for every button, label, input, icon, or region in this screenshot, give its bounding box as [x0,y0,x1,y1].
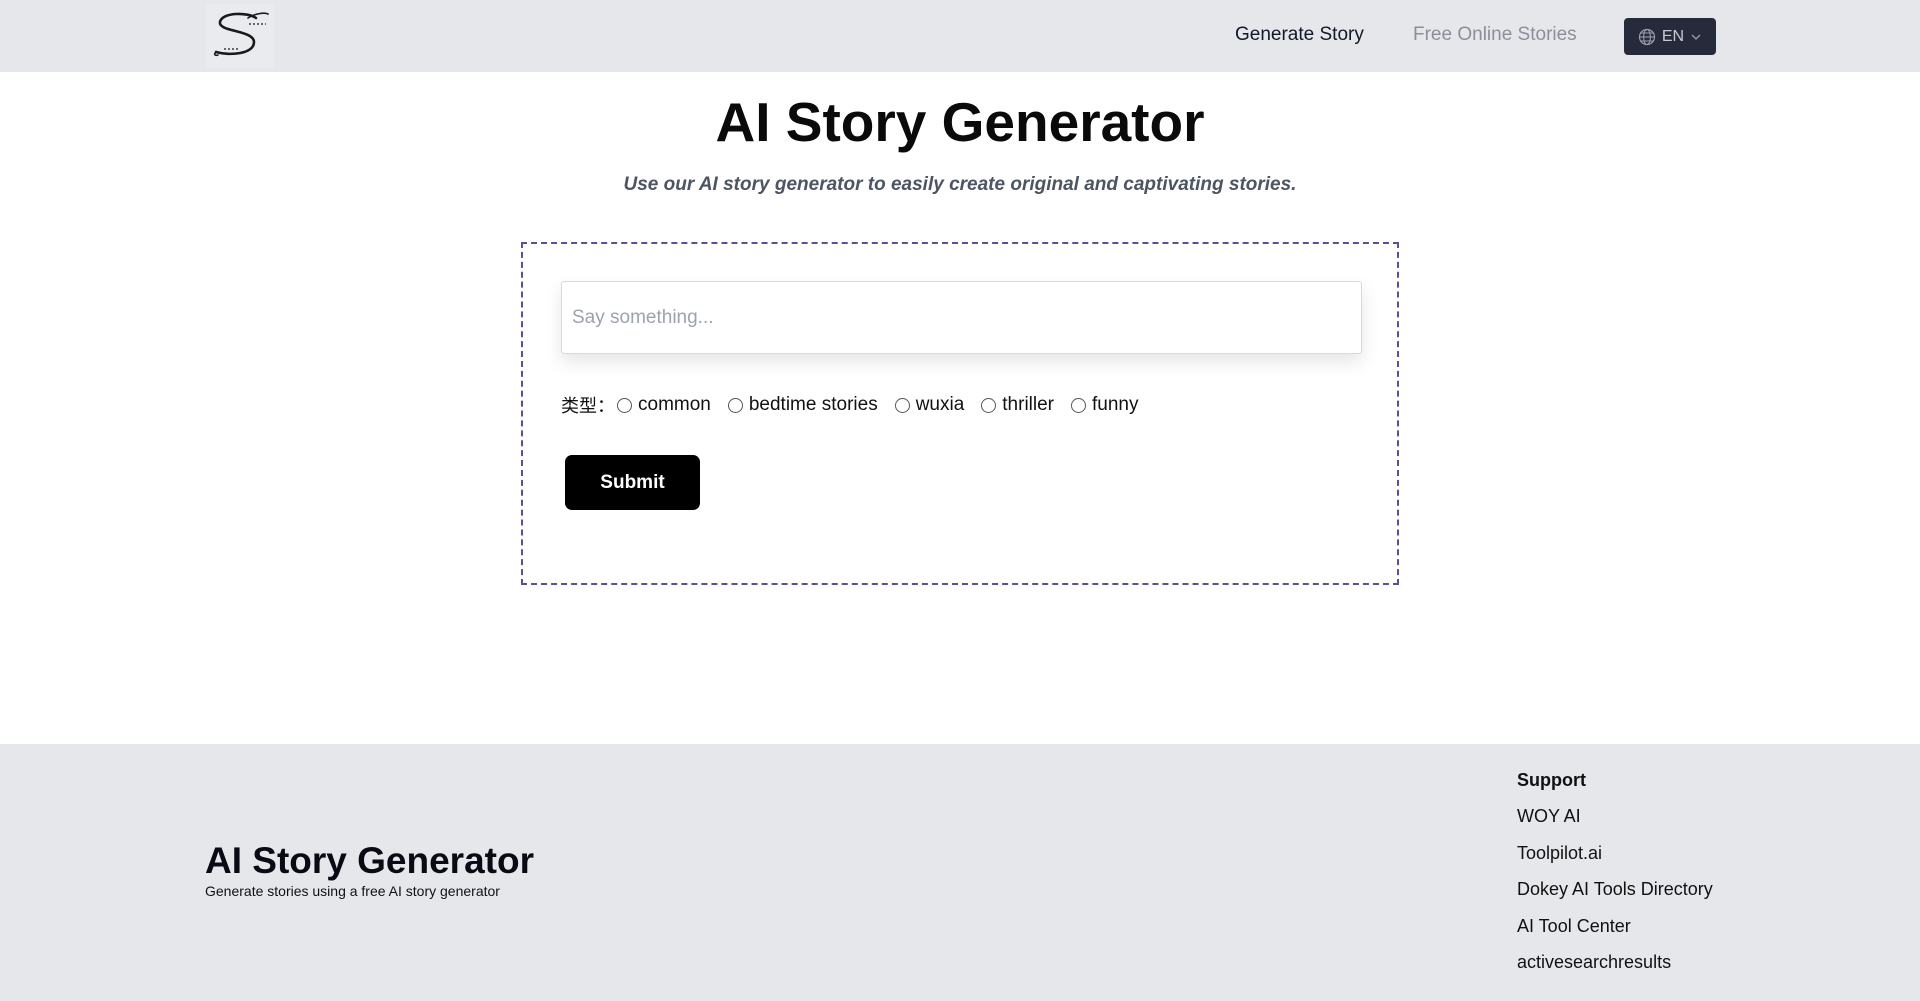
globe-icon [1638,28,1655,45]
radio-label: funny [1092,394,1139,415]
radio-button[interactable] [1071,397,1087,413]
radio-label: wuxia [915,394,965,415]
radio-label: bedtime stories [748,394,878,415]
support-links: Support WOY AI Toolpilot.ai Dokey AI Too… [1517,768,1713,987]
language-selector[interactable]: EN [1624,18,1716,55]
support-link-activesearchresults[interactable]: activesearchresults [1517,950,1713,974]
radio-button[interactable] [894,397,910,413]
radio-button[interactable] [617,397,632,413]
support-link-dokey[interactable]: Dokey AI Tools Directory [1517,877,1713,901]
s-script-logo-icon [213,12,269,57]
page-subtitle: Use our AI story generator to easily cre… [623,174,1297,195]
submit-button[interactable]: Submit [565,455,700,510]
radio-option-funny[interactable]: funny [1071,394,1139,416]
site-header: Generate Story Free Online Stories EN [0,0,1920,72]
radio-label: common [638,394,711,415]
site-footer: AI Story Generator Generate stories usin… [0,744,1920,1001]
support-link-toolpilot[interactable]: Toolpilot.ai [1517,841,1713,865]
radio-option-wuxia[interactable]: wuxia [894,394,965,416]
radio-option-bedtime-stories[interactable]: bedtime stories [727,394,878,416]
story-type-group: 类型： common bedtime stories wuxia thrille… [561,392,1156,418]
support-heading: Support [1517,770,1586,790]
nav-free-online-stories[interactable]: Free Online Stories [1413,24,1577,46]
radio-option-thriller[interactable]: thriller [981,394,1054,416]
support-link-ai-tool-center[interactable]: AI Tool Center [1517,914,1713,938]
radio-button[interactable] [727,397,743,413]
story-prompt-input[interactable] [561,281,1362,354]
radio-label: thriller [1002,394,1055,415]
radio-button[interactable] [981,397,997,413]
chevron-down-icon [1691,34,1701,40]
footer-title: AI Story Generator [205,840,534,881]
nav-generate-story[interactable]: Generate Story [1235,24,1364,46]
footer-tagline: Generate stories using a free AI story g… [205,883,500,899]
language-label: EN [1661,27,1685,45]
support-link-woy-ai[interactable]: WOY AI [1517,804,1713,828]
page-title: AI Story Generator [715,91,1205,153]
radio-option-common[interactable]: common [617,394,711,416]
story-form: 类型： common bedtime stories wuxia thrille… [521,242,1399,585]
site-logo[interactable] [206,4,274,68]
story-type-label: 类型： [561,396,615,417]
